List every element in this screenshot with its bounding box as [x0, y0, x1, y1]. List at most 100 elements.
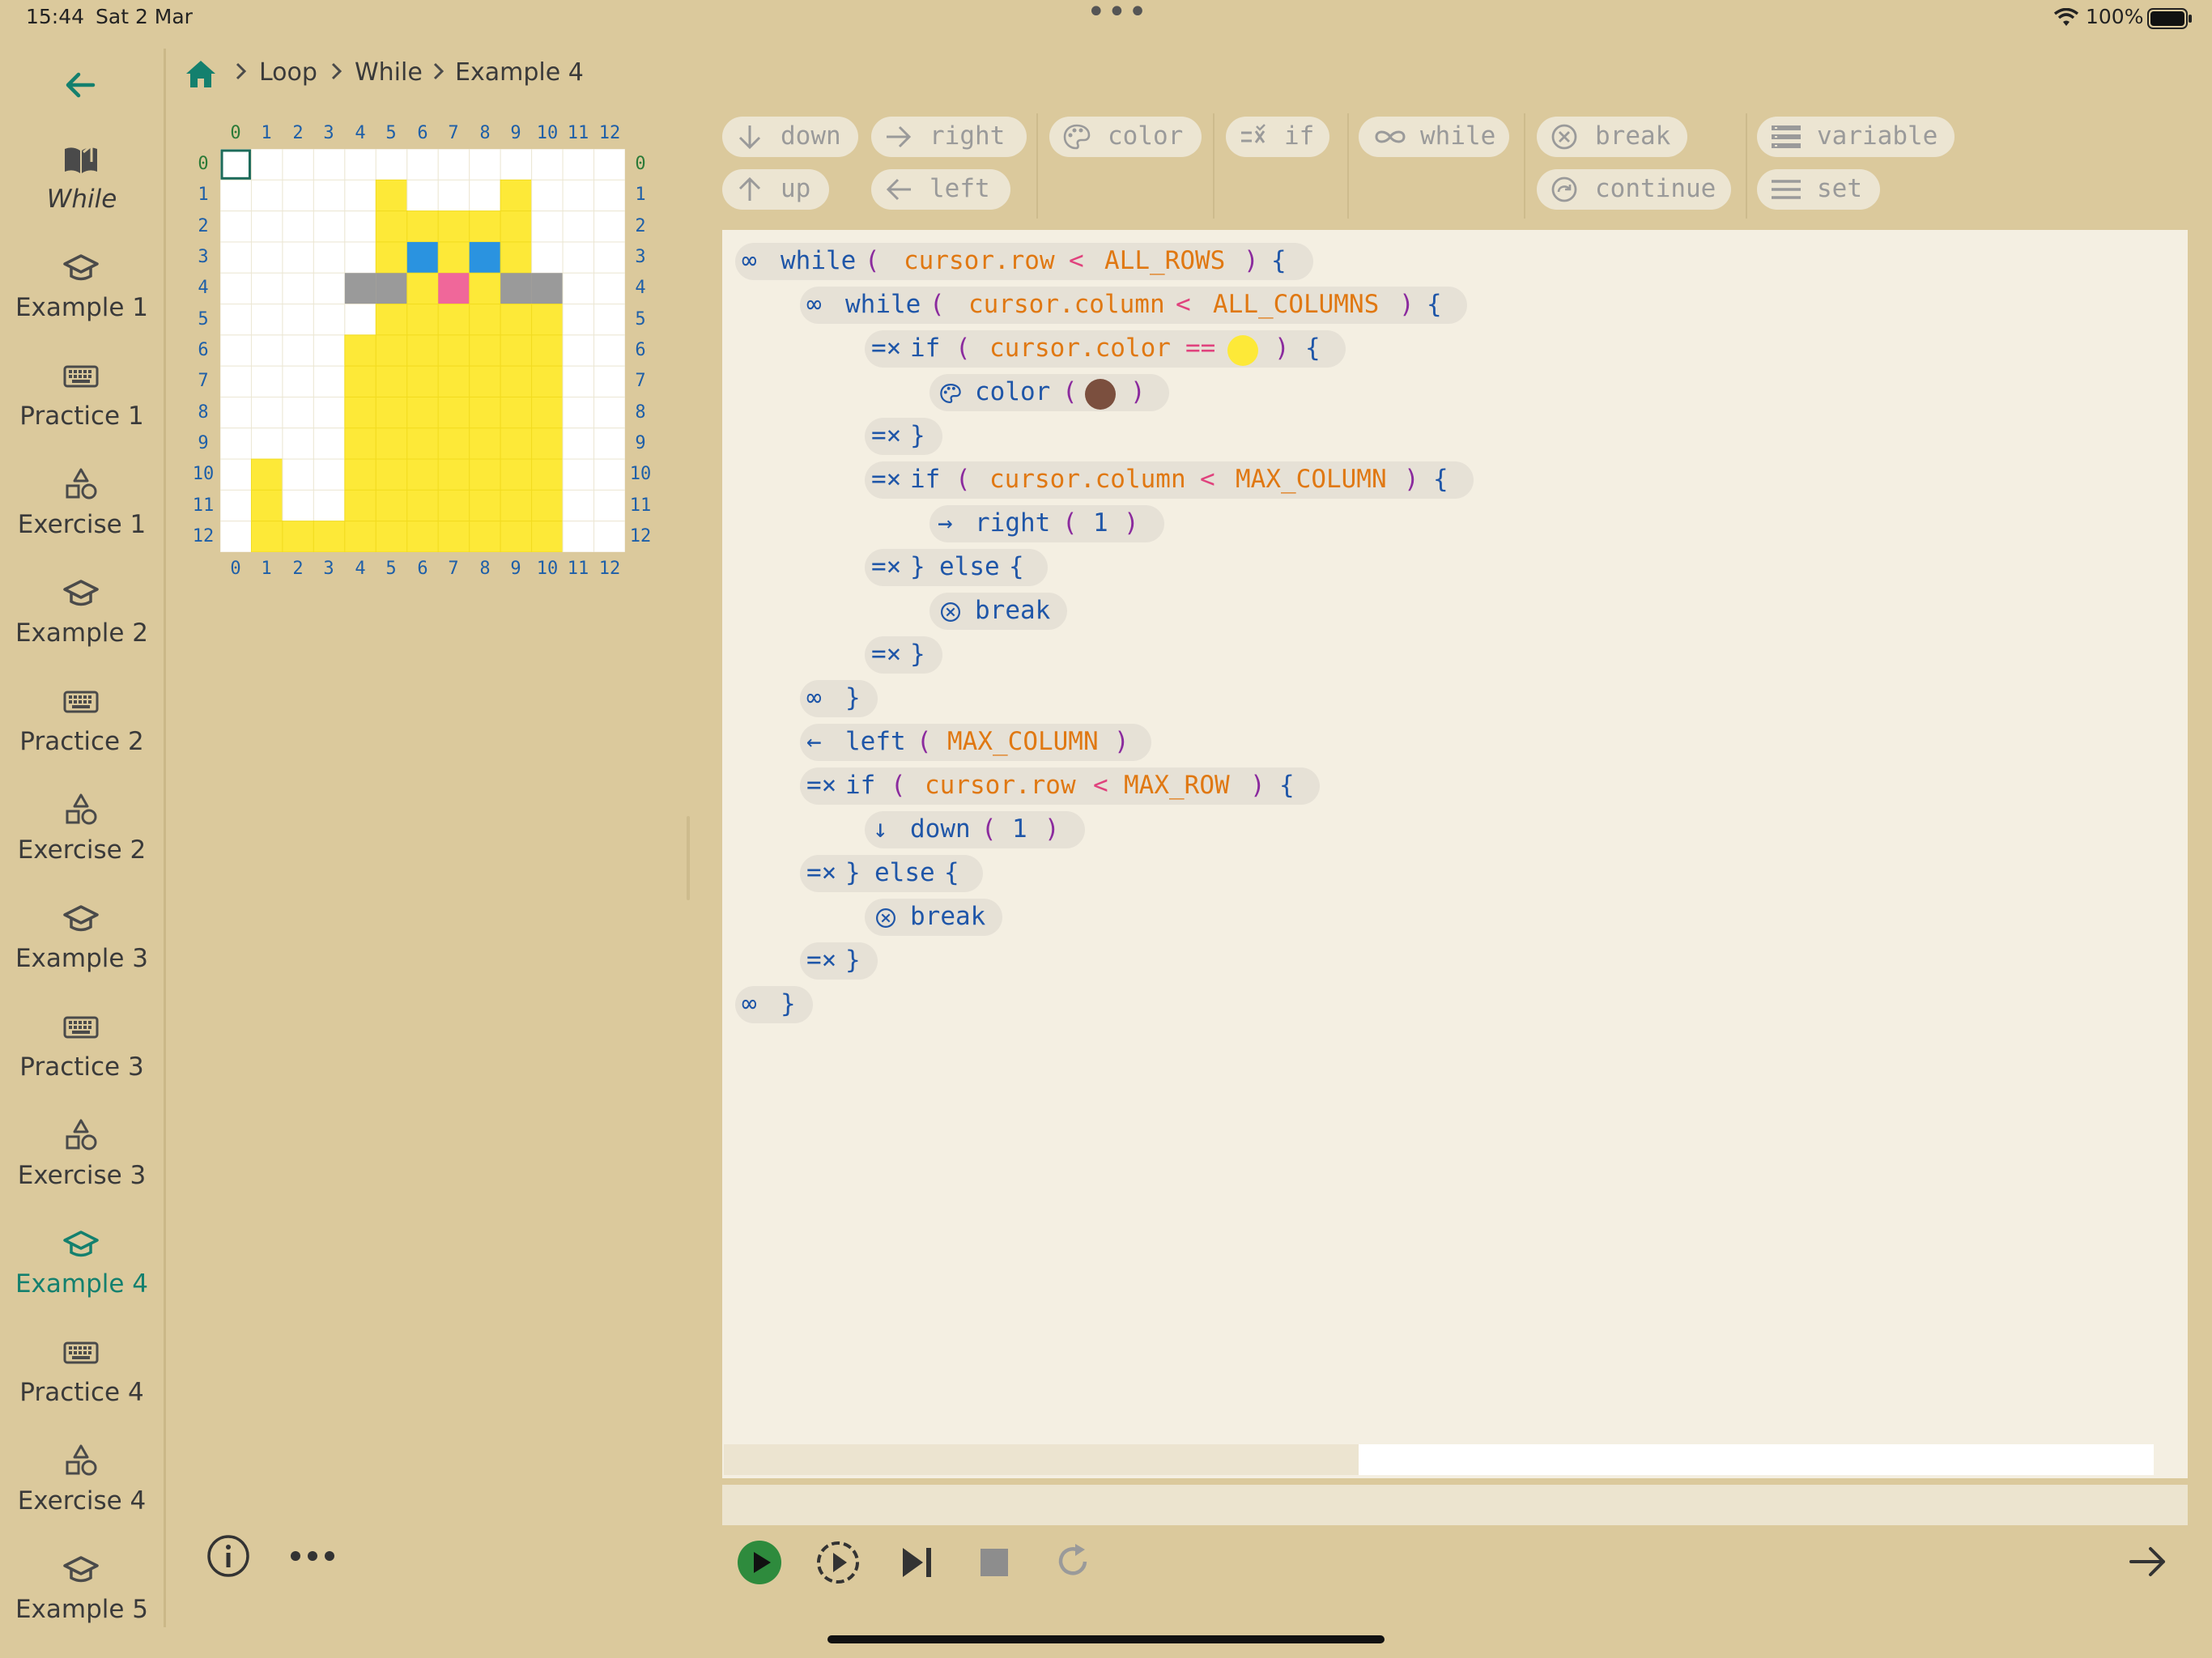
sidebar-item-practice-3[interactable]: Practice 3 [0, 1004, 164, 1112]
sidebar-item-example-3[interactable]: Example 3 [0, 895, 164, 1004]
sidebar-item-while[interactable]: While [0, 136, 164, 244]
sidebar-item-practice-4[interactable]: Practice 4 [0, 1329, 164, 1438]
code-paren: ( [917, 727, 932, 756]
arrow-down-icon: ↓ [873, 814, 888, 844]
graduation-cap-icon [63, 1231, 99, 1257]
stop-icon[interactable] [980, 1548, 1009, 1577]
grid-cell [375, 210, 408, 243]
code-line-while-columns[interactable]: ∞ while ( cursor.column < ALL_COLUMNS ) … [800, 287, 1467, 324]
breadcrumb-loop[interactable]: Loop [259, 58, 317, 87]
code-line-left[interactable]: ← left ( MAX_COLUMN ) [800, 724, 1151, 761]
code-editor[interactable] [722, 230, 2188, 1478]
grid-cell [469, 210, 501, 243]
grid-cell [220, 334, 252, 367]
code-brace: { [1279, 771, 1295, 800]
code-line-while-rows-end[interactable]: ∞ } [735, 986, 813, 1023]
grid-cell [531, 179, 564, 212]
grid-cell [531, 210, 564, 243]
code-line-if-end[interactable]: =× } [865, 418, 942, 455]
sidebar-item-practice-1[interactable]: Practice 1 [0, 353, 164, 461]
sidebar-item-example-5[interactable]: Example 5 [0, 1546, 164, 1655]
sidebar-item-exercise-4[interactable]: Exercise 4 [0, 1438, 164, 1546]
breadcrumb-while[interactable]: While [355, 58, 423, 87]
grid-cell [562, 334, 595, 367]
grid-cell [220, 241, 252, 274]
grid-col-label: 12 [598, 123, 621, 143]
palette-variable-button[interactable]: variable [1757, 117, 1955, 157]
palette-continue-button[interactable]: continue [1537, 169, 1731, 210]
palette-set-button[interactable]: set [1757, 169, 1880, 210]
code-line-else-2-end[interactable]: =× } [800, 942, 878, 980]
grid-cell [469, 179, 501, 212]
grid-cell [593, 427, 625, 460]
grid-row-label-right: 10 [629, 464, 652, 484]
sidebar-item-exercise-1[interactable]: Exercise 1 [0, 461, 164, 570]
reset-icon[interactable] [1053, 1541, 1093, 1582]
pixel-grid[interactable] [220, 149, 625, 552]
code-line-else-2[interactable]: =× } else { [800, 855, 983, 892]
sidebar-item-example-4[interactable]: Example 4 [0, 1221, 164, 1329]
code-line-while-columns-end[interactable]: ∞ } [800, 680, 878, 717]
palette-if-button[interactable]: if [1226, 117, 1329, 157]
code-line-right[interactable]: → right ( 1 ) [929, 505, 1164, 542]
run-play-icon[interactable] [737, 1540, 782, 1585]
code-line-else[interactable]: =× } else { [865, 549, 1048, 586]
code-line-color[interactable]: color ( ) [929, 374, 1169, 411]
break-circle-x-icon [1551, 124, 1577, 150]
sidebar-item-example-2[interactable]: Example 2 [0, 570, 164, 678]
code-paren: ) [1114, 727, 1129, 756]
sidebar-item-exercise-2[interactable]: Exercise 2 [0, 787, 164, 895]
code-brace: } [910, 552, 925, 581]
step-forward-icon[interactable] [899, 1545, 936, 1580]
grid-cell [250, 396, 283, 429]
brown-color-swatch[interactable] [1085, 379, 1116, 410]
grid-cell [500, 489, 533, 522]
grid-col-label-bottom: 11 [567, 559, 589, 579]
code-line-while-rows[interactable]: ∞ while ( cursor.row < ALL_ROWS ) { [735, 243, 1313, 280]
yellow-color-swatch[interactable] [1227, 335, 1258, 366]
grid-cell [406, 396, 439, 429]
palette-label: right [929, 121, 1006, 151]
code-line-break-2[interactable]: break [865, 899, 1002, 936]
home-icon[interactable] [185, 58, 217, 89]
more-options-icon[interactable] [288, 1546, 337, 1566]
infinity-icon: ∞ [742, 989, 757, 1018]
grid-cell [562, 149, 595, 181]
panel-resize-handle[interactable] [687, 816, 690, 900]
graduation-cap-icon [63, 580, 99, 606]
code-line-if-column[interactable]: =× if ( cursor.column < MAX_COLUMN ) { [865, 461, 1474, 499]
palette-break-button[interactable]: break [1537, 117, 1687, 157]
palette-while-button[interactable]: while [1359, 117, 1509, 157]
grid-row-label-right: 12 [629, 526, 652, 546]
palette-divider [1213, 113, 1214, 219]
step-run-icon[interactable] [815, 1540, 861, 1585]
code-line-if-row[interactable]: =× if ( cursor.row < MAX_ROW ) { [800, 767, 1320, 805]
code-line-break[interactable]: break [929, 593, 1067, 630]
if-branch-icon: =× [871, 334, 902, 363]
code-line-down[interactable]: ↓ down ( 1 ) [865, 811, 1085, 848]
code-line-if-color[interactable]: =× if ( cursor.color == ) { [865, 330, 1346, 368]
keyboard-icon [63, 365, 99, 388]
horizontal-scrollbar-thumb[interactable] [724, 1444, 1359, 1475]
code-keyword: while [845, 290, 921, 319]
next-arrow-icon[interactable] [2128, 1543, 2168, 1580]
palette-color-button[interactable]: color [1049, 117, 1202, 157]
palette-up-button[interactable]: up [722, 169, 829, 210]
keyboard-icon [63, 1341, 99, 1364]
grid-cell [469, 396, 501, 429]
info-icon[interactable] [206, 1533, 251, 1579]
multitasking-dots[interactable]: ••• [1087, 0, 1149, 31]
code-line-else-end[interactable]: =× } [865, 636, 942, 674]
sidebar-item-practice-2[interactable]: Practice 2 [0, 678, 164, 787]
code-paren: ( [981, 814, 997, 844]
sidebar-item-example-1[interactable]: Example 1 [0, 244, 164, 353]
palette-left-button[interactable]: left [871, 169, 1010, 210]
palette-right-button[interactable]: right [871, 117, 1027, 157]
code-paren: ( [865, 246, 880, 275]
grid-cell [313, 365, 346, 397]
grid-cell [437, 334, 470, 367]
sidebar-item-exercise-3[interactable]: Exercise 3 [0, 1112, 164, 1221]
palette-down-button[interactable]: down [722, 117, 858, 157]
code-paren: ( [929, 290, 945, 319]
grid-row-label: 3 [198, 247, 209, 267]
